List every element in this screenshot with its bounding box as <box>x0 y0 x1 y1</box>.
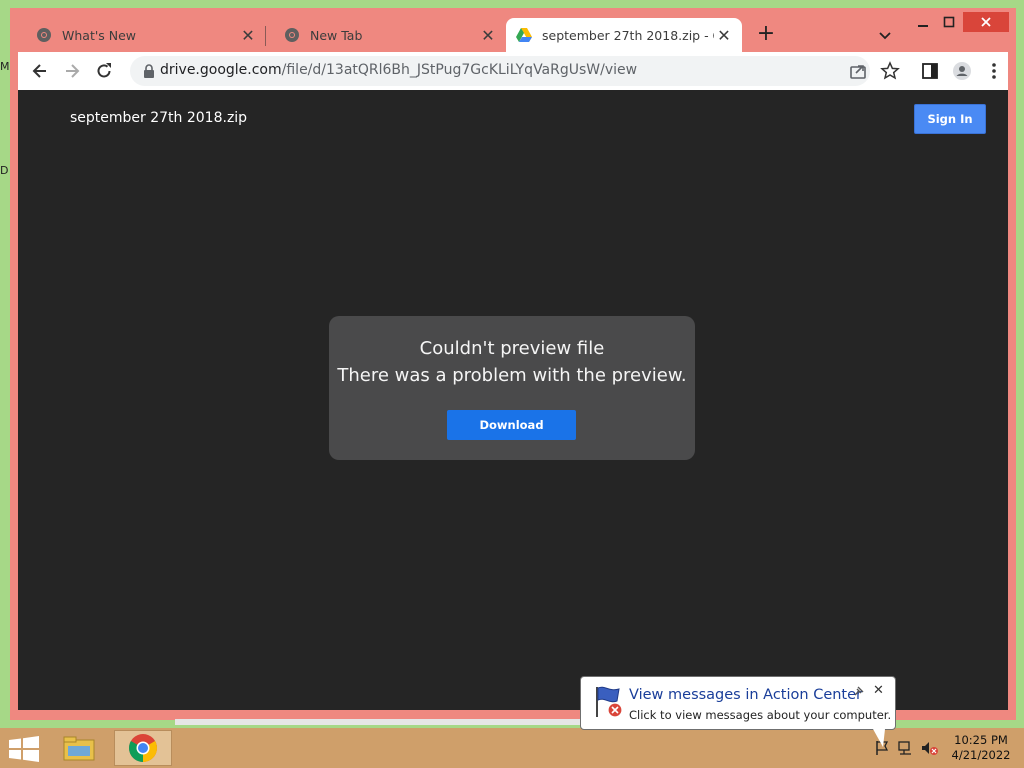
error-heading: Couldn't preview file <box>419 338 605 359</box>
forward-arrow-icon[interactable] <box>62 61 82 81</box>
close-tab-icon[interactable]: ✕ <box>238 25 258 45</box>
share-icon[interactable] <box>848 61 868 81</box>
tab-title: New Tab <box>310 27 363 43</box>
maximize-icon <box>943 16 955 28</box>
close-icon <box>981 17 991 27</box>
tab-title: september 27th 2018.zip - Goog <box>542 27 714 43</box>
pin-icon[interactable] <box>853 685 865 697</box>
new-tab-button[interactable]: + <box>755 23 777 46</box>
folder-icon <box>63 736 95 761</box>
tab-drive-file[interactable]: september 27th 2018.zip - Goog ✕ <box>506 18 742 52</box>
action-center-flag-icon <box>596 686 623 718</box>
url-path: /file/d/13atQRl6Bh_JStPug7GcKLiLYqVaRgUs… <box>281 62 638 78</box>
close-window-button[interactable] <box>963 12 1009 32</box>
url-host: drive.google.com <box>160 62 282 78</box>
windows-start-icon[interactable] <box>8 736 40 762</box>
url-text: drive.google.com/file/d/13atQRl6Bh_JStPu… <box>160 62 637 78</box>
system-clock[interactable]: 10:25 PM 4/21/2022 <box>946 733 1016 763</box>
maximize-button[interactable] <box>934 12 964 32</box>
tab-whats-new[interactable]: What's New ✕ <box>18 18 266 52</box>
bookmark-star-icon[interactable] <box>880 61 900 81</box>
tab-strip: What's New ✕ New Tab ✕ september 27th 20… <box>10 8 1016 52</box>
notification-close-icon[interactable]: ✕ <box>873 683 884 698</box>
browser-window: What's New ✕ New Tab ✕ september 27th 20… <box>10 8 1016 720</box>
minimize-icon <box>918 25 928 27</box>
side-panel-icon[interactable] <box>920 61 940 81</box>
balloon-tail <box>873 729 885 747</box>
profile-avatar-icon[interactable] <box>952 61 972 81</box>
chrome-icon <box>129 734 157 762</box>
chrome-icon <box>285 28 299 42</box>
google-drive-icon <box>516 28 532 42</box>
file-title: september 27th 2018.zip <box>70 110 248 126</box>
back-arrow-icon[interactable] <box>30 61 50 81</box>
browser-toolbar: drive.google.com/file/d/13atQRl6Bh_JStPu… <box>18 52 1008 90</box>
network-icon[interactable] <box>897 740 915 756</box>
address-bar[interactable]: drive.google.com/file/d/13atQRl6Bh_JStPu… <box>130 56 870 86</box>
close-tab-icon[interactable]: ✕ <box>714 25 734 45</box>
taskbar: 10:25 PM 4/21/2022 <box>0 728 1024 768</box>
reload-icon[interactable] <box>94 61 114 81</box>
more-menu-icon[interactable] <box>984 61 1004 81</box>
tab-new-tab[interactable]: New Tab ✕ <box>266 18 506 52</box>
error-message: There was a problem with the preview. <box>337 365 687 386</box>
lock-icon <box>144 64 154 78</box>
tab-search-chevron-icon[interactable] <box>876 26 894 44</box>
notification-text: Click to view messages about your comput… <box>629 708 892 722</box>
sign-in-button[interactable]: Sign In <box>914 104 986 134</box>
drive-preview-page: september 27th 2018.zip Sign In Couldn't… <box>18 90 1008 710</box>
preview-error-dialog: Couldn't preview file There was a proble… <box>329 316 695 460</box>
clock-time: 10:25 PM <box>954 733 1008 747</box>
desktop-edge-letter: D <box>0 164 9 177</box>
chrome-icon <box>37 28 51 42</box>
chrome-taskbar-button[interactable] <box>114 730 172 766</box>
download-button[interactable]: Download <box>447 410 576 440</box>
file-explorer-taskbar-button[interactable] <box>50 730 108 766</box>
desktop-edge-letter: M <box>0 60 10 73</box>
close-tab-icon[interactable]: ✕ <box>478 25 498 45</box>
tab-title: What's New <box>62 27 137 43</box>
action-center-notification[interactable]: View messages in Action Center Click to … <box>580 676 896 747</box>
clock-date: 4/21/2022 <box>951 748 1011 762</box>
notification-title: View messages in Action Center <box>629 687 862 703</box>
volume-muted-icon[interactable] <box>921 740 939 756</box>
